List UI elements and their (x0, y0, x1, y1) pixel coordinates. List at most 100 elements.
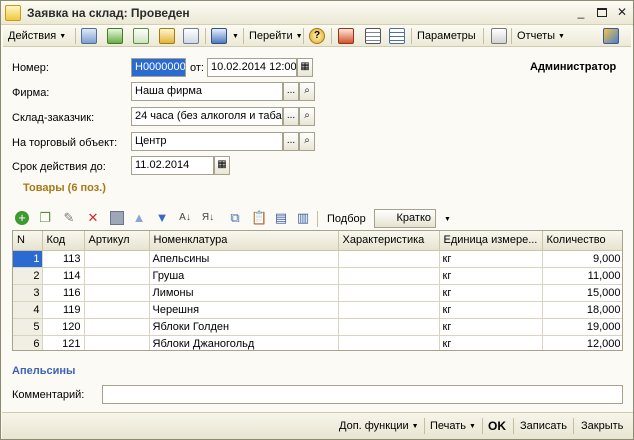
comment-field[interactable] (102, 385, 623, 404)
quantity-cell[interactable]: 9,000 (542, 250, 622, 268)
edit-document-icon[interactable] (159, 28, 175, 44)
firm-select-button[interactable]: ... (283, 82, 299, 101)
based-on-dropdown[interactable]: ▼ (229, 28, 239, 44)
delete-row-icon[interactable]: ✕ (86, 211, 100, 225)
copy-icon[interactable] (491, 28, 507, 44)
move-up-icon[interactable]: ▲ (132, 211, 146, 225)
number-field[interactable]: Н0000000 (131, 58, 186, 77)
code-cell[interactable]: 113 (42, 250, 85, 268)
list-settings-icon[interactable] (389, 28, 405, 44)
table-row[interactable]: 6 121 Яблоки Джаногольд кг 12,000 (13, 335, 622, 350)
help-icon[interactable]: ? (309, 28, 325, 44)
params-button[interactable]: Параметры (417, 28, 476, 44)
column-header[interactable]: Количество (542, 231, 622, 251)
movements-icon[interactable] (365, 28, 381, 44)
ok-button[interactable]: OK (488, 419, 506, 433)
code-cell[interactable]: 114 (42, 267, 85, 285)
quantity-cell[interactable]: 11,000 (542, 267, 622, 285)
article-cell[interactable] (84, 284, 150, 302)
valid-until-field[interactable]: 11.02.2014 (131, 156, 214, 175)
target-field[interactable]: Центр (131, 132, 283, 151)
target-select-button[interactable]: ... (283, 132, 299, 151)
name-cell[interactable]: Черешня (149, 301, 339, 319)
sort-desc-icon[interactable]: Я↓ (201, 211, 215, 225)
close-window-button[interactable]: ✕ (614, 5, 630, 20)
warehouse-field[interactable]: 24 часа (без алкоголя и табака) (131, 107, 283, 126)
characteristic-cell[interactable] (338, 335, 440, 350)
article-cell[interactable] (84, 301, 150, 319)
column-header[interactable]: Артикул (84, 231, 150, 251)
unit-cell[interactable]: кг (439, 301, 543, 319)
copy-icon[interactable]: ⧉ (228, 211, 242, 225)
calendar-button[interactable]: ▦ (297, 58, 313, 77)
add-row-icon[interactable]: + (15, 211, 29, 225)
code-cell[interactable]: 121 (42, 335, 85, 350)
unit-cell[interactable]: кг (439, 318, 543, 336)
table-row[interactable]: 5 120 Яблоки Голден кг 19,000 (13, 318, 622, 336)
sort-asc-icon[interactable]: A↓ (178, 211, 192, 225)
minimize-button[interactable]: _ (573, 5, 589, 20)
paste-icon[interactable]: 📋 (251, 211, 267, 225)
copy-document-icon[interactable] (133, 28, 149, 44)
target-open-button[interactable]: ⌕ (299, 132, 315, 151)
quantity-cell[interactable]: 18,000 (542, 301, 622, 319)
name-cell[interactable]: Лимоны (149, 284, 339, 302)
save-rows-icon[interactable]: ▤ (274, 211, 288, 225)
article-cell[interactable] (84, 267, 150, 285)
quantity-cell[interactable]: 12,000 (542, 335, 622, 350)
unit-cell[interactable]: кг (439, 284, 543, 302)
unit-cell[interactable]: кг (439, 250, 543, 268)
close-button[interactable]: Закрыть (581, 420, 623, 432)
post-document-icon[interactable] (81, 28, 97, 44)
date-field[interactable]: 10.02.2014 12:00 (207, 58, 297, 77)
name-cell[interactable]: Яблоки Голден (149, 318, 339, 336)
end-edit-icon[interactable] (110, 211, 124, 225)
unit-cell[interactable]: кг (439, 267, 543, 285)
article-cell[interactable] (84, 335, 150, 350)
pick-button[interactable]: Подбор (327, 211, 366, 227)
column-header[interactable]: N (13, 231, 43, 251)
characteristic-cell[interactable] (338, 318, 440, 336)
article-cell[interactable] (84, 250, 150, 268)
name-cell[interactable]: Яблоки Джаногольд (149, 335, 339, 350)
warehouse-select-button[interactable]: ... (283, 107, 299, 126)
warehouse-open-button[interactable]: ⌕ (299, 107, 315, 126)
print-menu[interactable]: Печать ▼ (430, 420, 476, 432)
document-list-icon[interactable] (183, 28, 199, 44)
load-rows-icon[interactable]: ▥ (296, 211, 310, 225)
characteristic-cell[interactable] (338, 267, 440, 285)
quantity-cell[interactable]: 15,000 (542, 284, 622, 302)
article-cell[interactable] (84, 318, 150, 336)
name-cell[interactable]: Груша (149, 267, 339, 285)
code-cell[interactable]: 120 (42, 318, 85, 336)
forms-icon[interactable] (603, 28, 619, 44)
characteristic-cell[interactable] (338, 250, 440, 268)
goto-menu[interactable]: Перейти ▼ (249, 28, 303, 44)
table-row[interactable]: 3 116 Лимоны кг 15,000 (13, 284, 622, 302)
characteristic-cell[interactable] (338, 284, 440, 302)
code-cell[interactable]: 119 (42, 301, 85, 319)
copy-row-icon[interactable]: ❐ (38, 211, 52, 225)
column-header[interactable]: Характеристика (338, 231, 440, 251)
table-row[interactable]: 4 119 Черешня кг 18,000 (13, 301, 622, 319)
maximize-button[interactable] (594, 5, 610, 20)
column-header[interactable]: Единица измере... (439, 231, 543, 251)
valid-calendar-button[interactable]: ▦ (214, 156, 230, 175)
code-cell[interactable]: 116 (42, 284, 85, 302)
column-header[interactable]: Номенклатура (149, 231, 339, 251)
edit-row-icon[interactable]: ✎ (62, 211, 76, 225)
brief-toggle-button[interactable]: Кратко (374, 209, 436, 228)
name-cell[interactable]: Апельсины (149, 250, 339, 268)
table-row[interactable]: 2 114 Груша кг 11,000 (13, 267, 622, 285)
quantity-cell[interactable]: 19,000 (542, 318, 622, 336)
structure-icon[interactable] (338, 28, 354, 44)
actions-menu[interactable]: Действия ▼ (8, 28, 66, 44)
firm-open-button[interactable]: ⌕ (299, 82, 315, 101)
save-button[interactable]: Записать (520, 420, 567, 432)
based-on-icon[interactable] (211, 28, 227, 44)
characteristic-cell[interactable] (338, 301, 440, 319)
extra-functions-menu[interactable]: Доп. функции ▼ (339, 420, 419, 432)
column-header[interactable]: Код (42, 231, 85, 251)
unit-cell[interactable]: кг (439, 335, 543, 350)
firm-field[interactable]: Наша фирма (131, 82, 283, 101)
